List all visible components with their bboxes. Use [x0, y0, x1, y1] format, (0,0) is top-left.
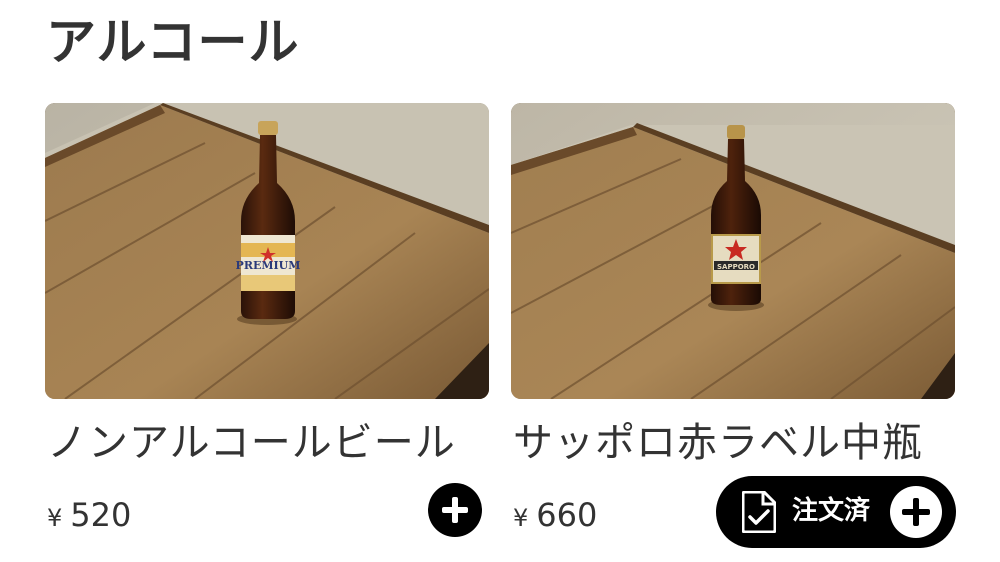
item-price: ¥660 — [513, 495, 597, 538]
document-check-icon — [742, 491, 776, 533]
ordered-add-button[interactable]: 注文済 — [716, 476, 956, 548]
plus-icon — [890, 486, 942, 538]
price-value: 660 — [536, 496, 598, 534]
menu-item-card[interactable]: SAPPORO サッポロ赤ラベル中瓶 ¥660 注文済 — [511, 103, 956, 562]
svg-text:PREMIUM: PREMIUM — [236, 259, 301, 272]
price-value: 520 — [70, 496, 132, 534]
item-price: ¥520 — [47, 495, 131, 538]
item-name: サッポロ赤ラベル中瓶 — [513, 420, 923, 466]
svg-text:SAPPORO: SAPPORO — [717, 263, 755, 271]
add-to-order-button[interactable] — [428, 483, 482, 537]
item-name: ノンアルコールビール — [47, 420, 456, 466]
currency-symbol: ¥ — [513, 504, 529, 532]
ordered-label: 注文済 — [792, 496, 871, 526]
currency-symbol: ¥ — [47, 504, 63, 532]
menu-item-card[interactable]: PREMIUM ノンアルコールビール ¥520 — [45, 103, 489, 562]
item-photo[interactable]: SAPPORO — [511, 103, 955, 399]
menu-page: アルコール PREMIUM ノンアルコールビール ¥ 520 SAPPORO サ… — [0, 0, 1000, 562]
item-photo[interactable]: PREMIUM — [45, 103, 489, 399]
section-title: アルコール — [46, 13, 300, 71]
